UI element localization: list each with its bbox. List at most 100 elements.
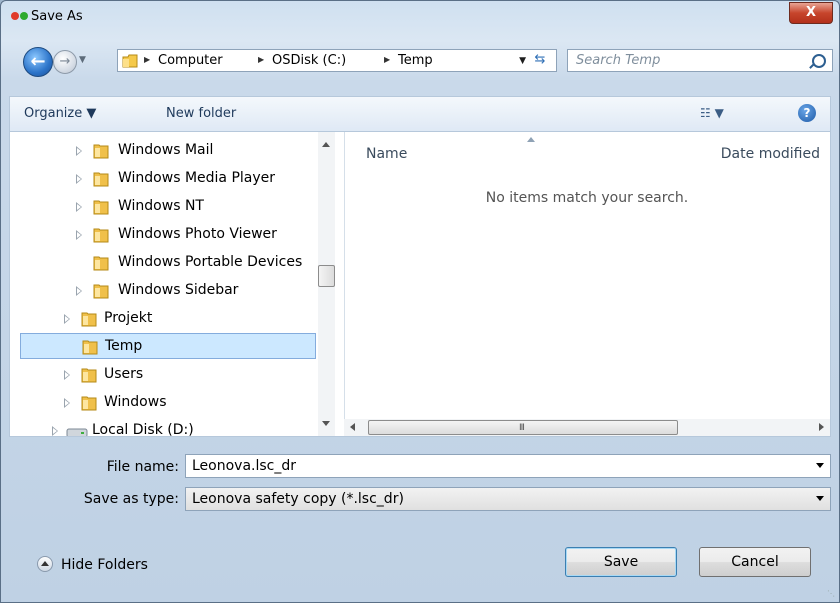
tree-item-users[interactable]: Users	[20, 362, 316, 388]
expand-arrow-icon[interactable]	[76, 202, 82, 212]
file-name-combo	[185, 454, 831, 478]
folder-icon	[122, 54, 138, 68]
arrow-left-icon: ←	[30, 51, 46, 72]
browser-panes: Windows Mail Windows Media Player Window…	[9, 132, 831, 437]
forward-button[interactable]: →	[53, 50, 77, 74]
tree-item-windows-sidebar[interactable]: Windows Sidebar	[20, 278, 316, 304]
tree-item-label: Projekt	[104, 310, 153, 326]
view-options-button[interactable]: ☷ ▼	[700, 106, 724, 120]
save-as-type-label: Save as type:	[83, 491, 179, 507]
tree-item-label: Windows	[104, 394, 167, 410]
refresh-icon[interactable]: ⇆	[529, 52, 551, 69]
expand-arrow-icon[interactable]	[76, 146, 82, 156]
scroll-left-icon[interactable]	[350, 423, 355, 431]
folder-icon	[93, 200, 109, 215]
collapse-icon	[37, 556, 53, 572]
scroll-up-icon[interactable]	[322, 142, 330, 147]
chevron-down-icon[interactable]: ▼	[519, 56, 526, 66]
file-name-input[interactable]	[186, 455, 802, 477]
folder-tree: Windows Mail Windows Media Player Window…	[10, 132, 345, 436]
tree-item-label: Windows Photo Viewer	[118, 226, 277, 242]
breadcrumb-chevron-icon: ▶	[258, 55, 265, 64]
tree-item-label: Windows Portable Devices	[118, 254, 303, 270]
empty-message: No items match your search.	[485, 190, 689, 206]
column-header-name[interactable]: Name	[366, 146, 407, 162]
chevron-down-icon[interactable]	[816, 496, 824, 501]
tree-item-windows-photo-viewer[interactable]: Windows Photo Viewer	[20, 222, 316, 248]
tree-item-windows-portable-devices[interactable]: Windows Portable Devices	[20, 250, 316, 276]
file-name-label: File name:	[106, 459, 179, 475]
expand-arrow-icon[interactable]	[52, 426, 58, 436]
tree-item-label: Windows Media Player	[118, 170, 276, 186]
breadcrumb-chevron-icon: ▶	[144, 55, 151, 64]
scroll-right-icon[interactable]	[819, 423, 824, 431]
app-icon	[11, 12, 33, 22]
close-button[interactable]: X	[789, 2, 833, 24]
file-list: Name Date modified No items match your s…	[344, 132, 830, 436]
resize-grip-icon[interactable]: ⋱	[827, 589, 835, 598]
column-header-date-modified[interactable]: Date modified	[721, 146, 820, 162]
expand-arrow-icon[interactable]	[76, 174, 82, 184]
folder-icon	[93, 256, 109, 271]
tree-item-label: Windows Sidebar	[118, 282, 239, 298]
organize-button[interactable]: Organize ▼	[24, 106, 96, 121]
chevron-down-icon[interactable]	[816, 463, 824, 468]
folder-icon	[81, 368, 97, 383]
folder-icon	[93, 144, 109, 159]
folder-icon	[81, 396, 97, 411]
folder-icon	[93, 172, 109, 187]
file-horizontal-scrollbar[interactable]: III	[344, 419, 830, 436]
tree-item-windows-mail[interactable]: Windows Mail	[20, 138, 316, 164]
save-as-dialog: Save As X ← → ▼ ▶ Computer ▶ OSDisk (C:)…	[0, 0, 840, 603]
arrow-right-icon: →	[59, 54, 71, 69]
tree-item-windows-nt[interactable]: Windows NT	[20, 194, 316, 220]
drive-icon	[66, 428, 88, 436]
tree-item-windows[interactable]: Windows	[20, 390, 316, 416]
grip-icon: III	[519, 423, 525, 433]
folder-icon	[82, 340, 98, 355]
toolbar: Organize ▼ New folder ☷ ▼ ?	[9, 96, 831, 132]
expand-arrow-icon[interactable]	[76, 230, 82, 240]
search-box	[567, 49, 833, 72]
help-icon[interactable]: ?	[798, 104, 816, 122]
tree-item-label: Users	[104, 366, 144, 382]
save-as-type-value: Leonova safety copy (*.lsc_dr)	[192, 491, 404, 507]
expand-arrow-icon[interactable]	[64, 398, 70, 408]
folder-icon	[93, 228, 109, 243]
title-bar: Save As X	[1, 1, 839, 31]
save-as-type-select[interactable]: Leonova safety copy (*.lsc_dr)	[185, 487, 831, 511]
folder-icon	[93, 284, 109, 299]
new-folder-button[interactable]: New folder	[166, 106, 236, 121]
expand-arrow-icon[interactable]	[76, 286, 82, 296]
hide-folders-label: Hide Folders	[61, 557, 148, 573]
tree-vertical-scrollbar[interactable]	[318, 132, 335, 436]
scroll-down-icon[interactable]	[322, 421, 330, 426]
breadcrumb-computer[interactable]: Computer	[158, 53, 223, 68]
hide-folders-button[interactable]: Hide Folders	[37, 554, 177, 578]
expand-arrow-icon[interactable]	[64, 370, 70, 380]
tree-item-label: Windows NT	[118, 198, 204, 214]
search-icon[interactable]	[812, 54, 826, 68]
tree-item-label: Temp	[105, 338, 143, 354]
tree-item-windows-media-player[interactable]: Windows Media Player	[20, 166, 316, 192]
cancel-button[interactable]: Cancel	[699, 547, 811, 577]
save-button[interactable]: Save	[565, 547, 677, 577]
scrollbar-thumb[interactable]	[318, 265, 335, 287]
recent-locations-button[interactable]: ▼	[79, 55, 86, 65]
breadcrumb-osdisk[interactable]: OSDisk (C:)	[272, 53, 346, 68]
tree-item-local-disk-d[interactable]: Local Disk (D:)	[20, 418, 316, 436]
scrollbar-thumb[interactable]: III	[368, 420, 678, 435]
search-input[interactable]	[568, 50, 806, 71]
navigation-bar: ← → ▼ ▶ Computer ▶ OSDisk (C:) ▶ Temp ▼ …	[1, 45, 839, 79]
tree-item-projekt[interactable]: Projekt	[20, 306, 316, 332]
sort-ascending-icon	[527, 137, 535, 142]
tree-item-label: Windows Mail	[118, 142, 214, 158]
breadcrumb-chevron-icon: ▶	[384, 55, 391, 64]
breadcrumb-temp[interactable]: Temp	[398, 53, 433, 68]
tree-item-label: Local Disk (D:)	[92, 422, 194, 436]
expand-arrow-icon[interactable]	[64, 314, 70, 324]
back-button[interactable]: ←	[23, 47, 53, 77]
address-bar[interactable]: ▶ Computer ▶ OSDisk (C:) ▶ Temp ▼ ⇆	[117, 49, 557, 72]
tree-item-temp[interactable]: Temp	[20, 333, 316, 359]
folder-icon	[81, 312, 97, 327]
